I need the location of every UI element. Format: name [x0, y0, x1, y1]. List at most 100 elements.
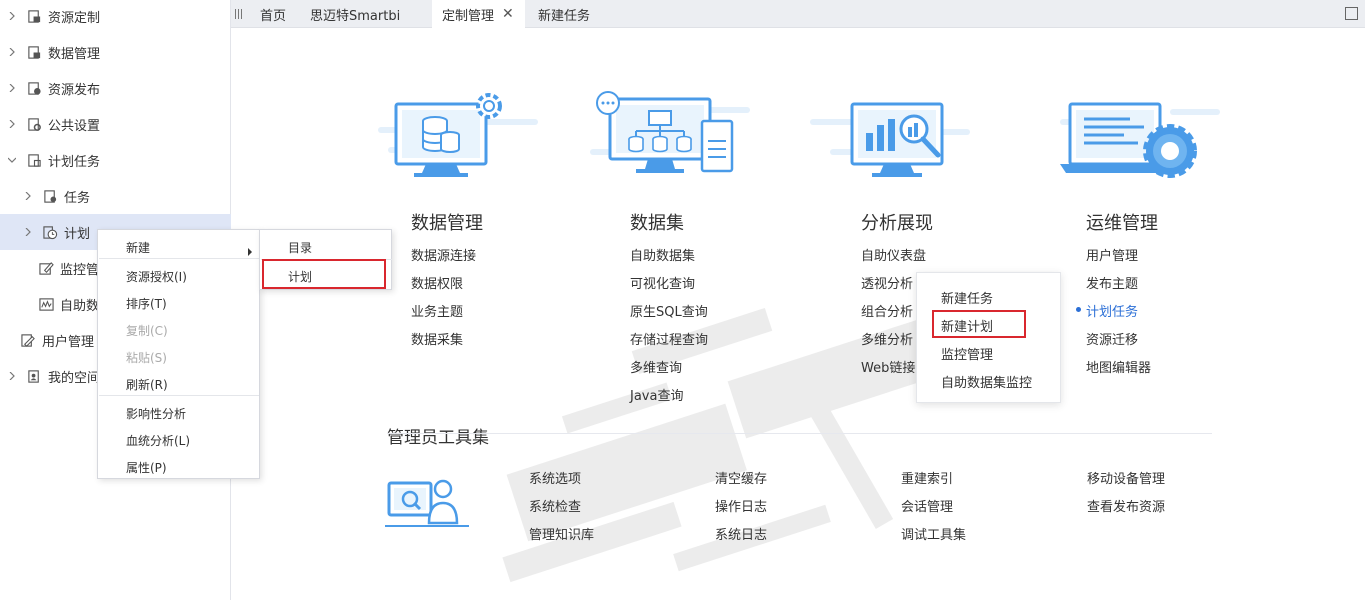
analysis-monitor-illustration	[810, 102, 970, 177]
tab-label: 思迈特Smartbi	[310, 8, 401, 24]
chevron-right-icon[interactable]	[22, 190, 34, 202]
tool-system-options[interactable]: 系统选项	[529, 468, 581, 487]
sidebar-item-label: 计划	[64, 226, 91, 242]
tab-home[interactable]: 首页	[260, 0, 286, 28]
link-data-collect[interactable]: 数据采集	[411, 329, 463, 348]
tool-debug-tools[interactable]: 调试工具集	[901, 524, 966, 543]
card-title: 数据管理	[411, 213, 483, 234]
sidebar-item-label: 计划任务	[48, 154, 101, 170]
ctx-lineage-analysis[interactable]: 血统分析(L)	[126, 432, 190, 449]
ctx-authorize[interactable]: 资源授权(I)	[126, 268, 187, 285]
tool-system-log[interactable]: 系统日志	[715, 524, 767, 543]
ctx-copy[interactable]: 复制(C)	[126, 322, 168, 339]
task-icon	[42, 188, 58, 204]
card-title: 数据集	[630, 213, 684, 234]
link-resource-migrate[interactable]: 资源迁移	[1086, 329, 1138, 348]
popup-new-task[interactable]: 新建任务	[941, 288, 993, 307]
ctx-paste[interactable]: 粘贴(S)	[126, 349, 167, 366]
tab-label: 首页	[260, 8, 287, 24]
tool-system-check[interactable]: 系统检查	[529, 496, 581, 515]
admin-user-illustration	[385, 479, 469, 527]
tab-smartbi[interactable]: 思迈特Smartbi	[310, 0, 400, 28]
card-title: 运维管理	[1086, 213, 1158, 234]
context-menu: 新建 资源授权(I) 排序(T) 复制(C) 粘贴(S) 刷新(R) 影响性分析…	[97, 229, 260, 479]
card-analysis: 分析展现 自助仪表盘 透视分析 组合分析 多维分析 Web链接	[810, 89, 1010, 376]
database-monitor-illustration	[378, 93, 538, 177]
tab-label: 定制管理	[442, 8, 495, 24]
ctx-new[interactable]: 新建	[126, 239, 256, 256]
highlight-box	[262, 259, 386, 289]
submenu-folder[interactable]: 目录	[288, 239, 312, 256]
tool-mobile-device[interactable]: 移动设备管理	[1087, 468, 1165, 487]
card-dataset: 数据集 自助数据集 可视化查询 原生SQL查询 存储过程查询 多维查询 Java…	[590, 89, 790, 404]
submenu-arrow-icon	[248, 248, 252, 256]
ctx-sort[interactable]: 排序(T)	[126, 295, 167, 312]
link-native-sql[interactable]: 原生SQL查询	[630, 301, 708, 320]
chevron-down-icon[interactable]	[6, 154, 18, 166]
resource-custom-icon	[26, 8, 42, 24]
sidebar-item-resource-custom[interactable]: 资源定制	[0, 0, 231, 34]
chevron-right-icon[interactable]	[6, 10, 18, 22]
sidebar-item-label: 用户管理	[42, 334, 95, 350]
link-dashboard[interactable]: 自助仪表盘	[861, 245, 926, 264]
link-multidim-query[interactable]: 多维查询	[630, 357, 682, 376]
chevron-right-icon[interactable]	[6, 370, 18, 382]
chevron-right-icon[interactable]	[6, 118, 18, 130]
tool-operation-log[interactable]: 操作日志	[715, 496, 767, 515]
wave-chart-icon	[38, 296, 54, 312]
popup-monitor-manage[interactable]: 监控管理	[941, 344, 993, 363]
card-ops: 运维管理 用户管理 发布主题 计划任务 资源迁移 地图编辑器	[1060, 89, 1260, 376]
link-data-permission[interactable]: 数据权限	[411, 273, 463, 292]
link-datasource-connect[interactable]: 数据源连接	[411, 245, 476, 264]
chevron-right-icon[interactable]	[22, 226, 34, 238]
tool-view-published[interactable]: 查看发布资源	[1087, 496, 1165, 515]
tab-custom-manage[interactable]: 定制管理 ✕	[432, 0, 525, 28]
ctx-properties[interactable]: 属性(P)	[126, 459, 167, 476]
sidebar-item-settings[interactable]: 公共设置	[0, 106, 231, 142]
link-pivot-analysis[interactable]: 透视分析	[861, 273, 913, 292]
monitor-edit-icon	[38, 260, 54, 276]
ops-monitor-illustration	[1060, 102, 1220, 178]
chevron-right-icon[interactable]	[6, 46, 18, 58]
schedule-icon	[26, 152, 42, 168]
sidebar-item-label: 我的空间	[48, 370, 101, 386]
active-dot	[1076, 307, 1081, 312]
sidebar-item-label: 自助数	[60, 298, 100, 314]
sidebar-item-resource-publish[interactable]: 资源发布	[0, 70, 231, 106]
tab-label: 新建任务	[538, 8, 591, 24]
tool-session-manage[interactable]: 会话管理	[901, 496, 953, 515]
popup-self-dataset-monitor[interactable]: 自助数据集监控	[941, 372, 1032, 391]
sidebar-item-label: 任务	[64, 190, 91, 206]
sidebar-item-schedule[interactable]: 计划任务	[0, 142, 231, 178]
tool-knowledge-base[interactable]: 管理知识库	[529, 524, 594, 543]
link-visual-query[interactable]: 可视化查询	[630, 273, 695, 292]
link-web-link[interactable]: Web链接	[861, 357, 915, 376]
link-multidim-analysis[interactable]: 多维分析	[861, 329, 913, 348]
maximize-icon[interactable]	[1345, 7, 1358, 20]
grip-icon[interactable]	[235, 7, 243, 21]
sidebar-item-task[interactable]: 任务	[0, 178, 231, 214]
link-user-manage[interactable]: 用户管理	[1086, 245, 1138, 264]
tool-clear-cache[interactable]: 清空缓存	[715, 468, 767, 487]
link-publish-subject[interactable]: 发布主题	[1086, 273, 1138, 292]
tab-new-task[interactable]: 新建任务	[538, 0, 590, 28]
my-space-icon	[26, 368, 42, 384]
sidebar-item-label: 资源定制	[48, 10, 101, 26]
chevron-right-icon[interactable]	[6, 82, 18, 94]
tool-rebuild-index[interactable]: 重建索引	[901, 468, 953, 487]
link-scheduled-task[interactable]: 计划任务	[1076, 301, 1138, 320]
highlight-box	[932, 310, 1026, 338]
link-map-editor[interactable]: 地图编辑器	[1086, 357, 1151, 376]
ctx-refresh[interactable]: 刷新(R)	[126, 376, 168, 393]
ctx-impact-analysis[interactable]: 影响性分析	[126, 405, 186, 422]
link-business-subject[interactable]: 业务主题	[411, 301, 463, 320]
close-icon[interactable]: ✕	[502, 6, 514, 22]
data-manage-icon	[26, 44, 42, 60]
ctx-label: 新建	[126, 241, 151, 255]
link-combined-analysis[interactable]: 组合分析	[861, 301, 913, 320]
sidebar-item-data-manage[interactable]: 数据管理	[0, 34, 231, 70]
link-java-query[interactable]: Java查询	[630, 385, 683, 404]
sidebar-item-label: 数据管理	[48, 46, 101, 62]
link-stored-proc[interactable]: 存储过程查询	[630, 329, 708, 348]
link-self-dataset[interactable]: 自助数据集	[630, 245, 695, 264]
